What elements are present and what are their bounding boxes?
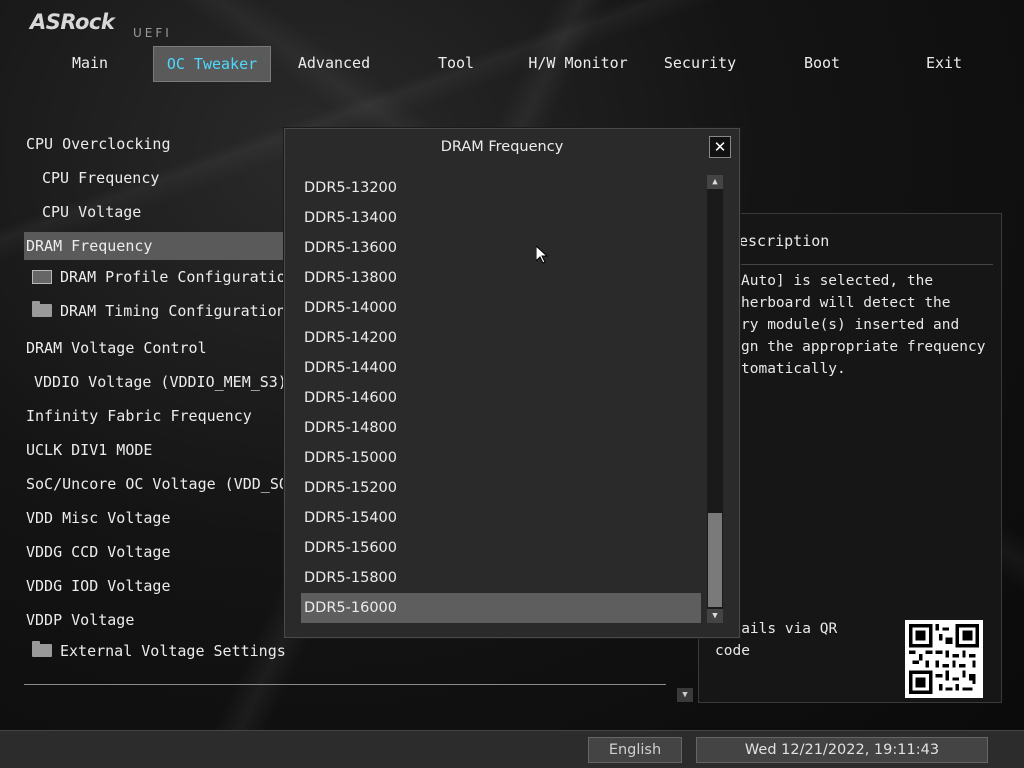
- folder-icon: [32, 301, 52, 317]
- frequency-options-list: DDR5-13200 DDR5-13400 DDR5-13600 DDR5-13…: [301, 173, 701, 625]
- menu-scroll-down-arrow[interactable]: ▼: [677, 688, 693, 702]
- menu-item-uclk-div1-mode[interactable]: UCLK DIV1 MODE: [26, 436, 152, 464]
- menu-item-vddg-ccd-voltage[interactable]: VDDG CCD Voltage: [26, 538, 171, 566]
- tab-boot[interactable]: Boot: [762, 46, 882, 82]
- menu-item-label: DRAM Profile Configuration: [60, 268, 295, 286]
- popup-title: DRAM Frequency: [440, 139, 564, 155]
- list-item[interactable]: DDR5-14200: [301, 323, 701, 353]
- menu-item-infinity-fabric-frequency[interactable]: Infinity Fabric Frequency: [26, 402, 252, 430]
- list-item[interactable]: DDR5-15600: [301, 533, 701, 563]
- asrock-logo: ASRock: [30, 10, 115, 34]
- description-title: escription: [739, 232, 830, 250]
- menu-item-external-voltage-settings[interactable]: External Voltage Settings: [32, 637, 286, 665]
- list-item[interactable]: DDR5-13200: [301, 173, 701, 203]
- menu-item-dram-profile-configuration[interactable]: DRAM Profile Configuration: [32, 263, 295, 291]
- dram-profile-icon: [32, 270, 52, 284]
- uefi-label: UEFI: [133, 26, 172, 40]
- list-item[interactable]: DDR5-13400: [301, 203, 701, 233]
- menu-item-cpu-frequency[interactable]: CPU Frequency: [42, 164, 159, 192]
- tab-security[interactable]: Security: [640, 46, 760, 82]
- menu-item-dram-timing-configuration[interactable]: DRAM Timing Configuration: [32, 297, 286, 325]
- menu-item-dram-frequency[interactable]: DRAM Frequency: [24, 232, 286, 260]
- status-bar: English Wed 12/21/2022, 19:11:43: [0, 730, 1024, 768]
- qr-code: [905, 620, 983, 698]
- list-item[interactable]: DDR5-15400: [301, 503, 701, 533]
- list-item-selected[interactable]: DDR5-16000: [301, 593, 701, 623]
- menu-item-cpu-overclocking[interactable]: CPU Overclocking: [26, 130, 171, 158]
- close-icon[interactable]: ✕: [709, 136, 731, 158]
- menu-item-vddp-voltage[interactable]: VDDP Voltage: [26, 606, 134, 634]
- tab-hw-monitor[interactable]: H/W Monitor: [518, 46, 638, 82]
- list-item[interactable]: DDR5-13600: [301, 233, 701, 263]
- menu-item-label: External Voltage Settings: [60, 642, 286, 660]
- datetime-display: Wed 12/21/2022, 19:11:43: [696, 737, 988, 763]
- list-item[interactable]: DDR5-14600: [301, 383, 701, 413]
- tab-advanced[interactable]: Advanced: [274, 46, 394, 82]
- list-item[interactable]: DDR5-15200: [301, 473, 701, 503]
- folder-icon: [32, 641, 52, 657]
- language-selector[interactable]: English: [588, 737, 682, 763]
- menu-divider: [24, 684, 666, 685]
- tab-tool[interactable]: Tool: [396, 46, 516, 82]
- scroll-up-arrow-icon[interactable]: ▲: [707, 175, 723, 189]
- list-item[interactable]: DDR5-14400: [301, 353, 701, 383]
- popup-scrollbar[interactable]: ▲ ▼: [707, 175, 723, 623]
- scroll-down-arrow-icon[interactable]: ▼: [707, 609, 723, 623]
- scrollbar-thumb[interactable]: [708, 513, 722, 607]
- menu-item-dram-voltage-control[interactable]: DRAM Voltage Control: [26, 334, 207, 362]
- qr-caption: details via QR code: [715, 621, 838, 659]
- menu-item-cpu-voltage[interactable]: CPU Voltage: [42, 198, 141, 226]
- list-item[interactable]: DDR5-15800: [301, 563, 701, 593]
- menu-item-label: DRAM Timing Configuration: [60, 302, 286, 320]
- list-item[interactable]: DDR5-14000: [301, 293, 701, 323]
- menu-item-soc-uncore-oc-voltage[interactable]: SoC/Uncore OC Voltage (VDD_SOC): [26, 470, 306, 498]
- list-item[interactable]: DDR5-15000: [301, 443, 701, 473]
- tab-oc-tweaker[interactable]: OC Tweaker: [153, 46, 271, 82]
- top-nav: Main OC Tweaker Advanced Tool H/W Monito…: [30, 46, 1010, 82]
- description-text: Auto] is selected, the herboard will det…: [741, 273, 986, 377]
- tab-exit[interactable]: Exit: [884, 46, 1004, 82]
- menu-item-vddg-iod-voltage[interactable]: VDDG IOD Voltage: [26, 572, 171, 600]
- list-item[interactable]: DDR5-14800: [301, 413, 701, 443]
- tab-main[interactable]: Main: [30, 46, 150, 82]
- menu-item-vddio-voltage[interactable]: VDDIO Voltage (VDDIO_MEM_S3): [34, 368, 287, 396]
- menu-item-vdd-misc-voltage[interactable]: VDD Misc Voltage: [26, 504, 171, 532]
- list-item[interactable]: DDR5-13800: [301, 263, 701, 293]
- description-divider: [739, 264, 993, 265]
- dram-frequency-popup: DRAM Frequency ✕ DDR5-13200 DDR5-13400 D…: [284, 128, 740, 638]
- description-panel: escription Auto] is selected, the herboa…: [698, 213, 1002, 703]
